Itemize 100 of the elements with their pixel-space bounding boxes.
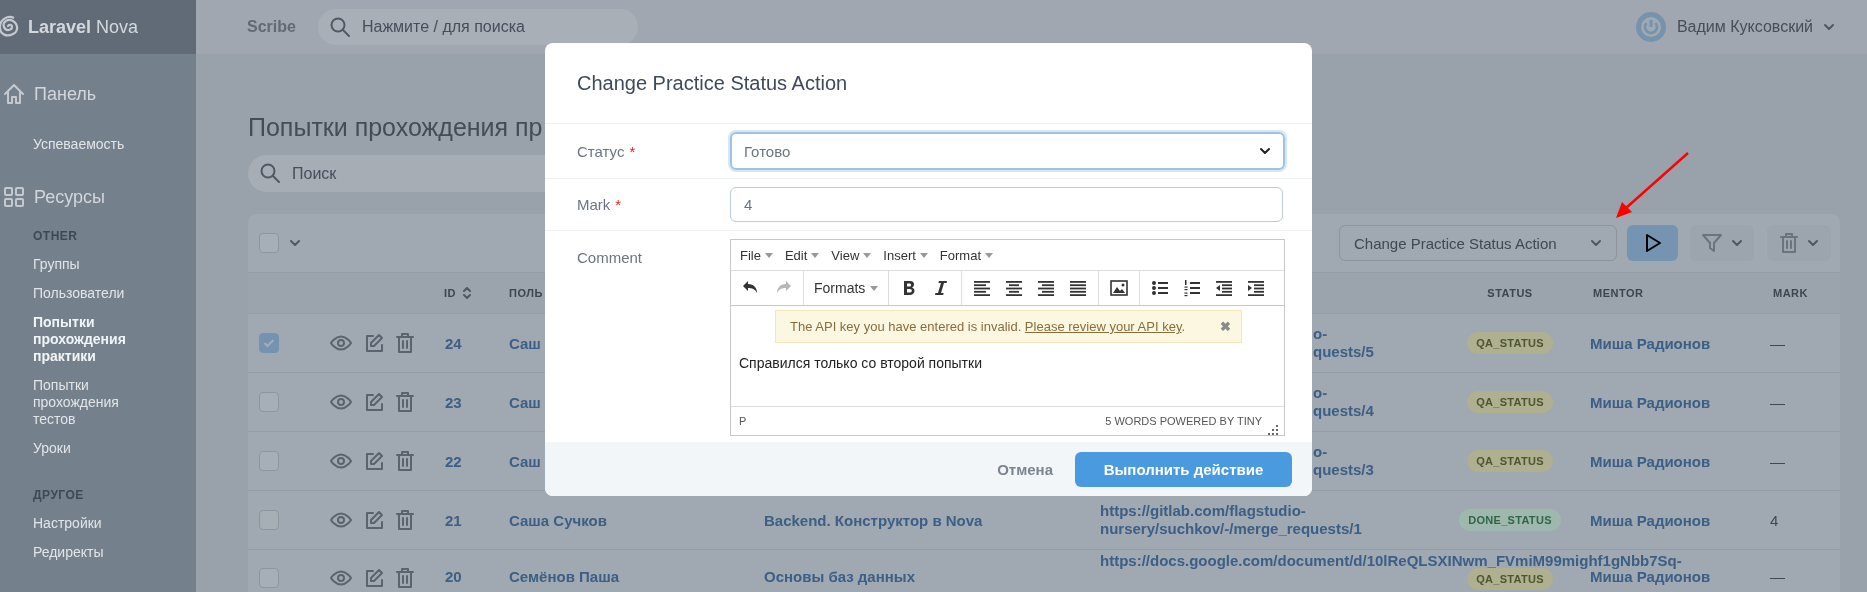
status-select[interactable]: Готово xyxy=(730,132,1285,170)
align-left-icon[interactable] xyxy=(972,278,993,298)
mentor-link[interactable]: Миша Радионов xyxy=(1590,452,1711,470)
menu-item[interactable]: Format xyxy=(939,247,993,263)
user-name[interactable]: Вадим Куксовский xyxy=(1676,18,1813,36)
nav-link[interactable]: Группы xyxy=(0,251,196,280)
edit-icon[interactable] xyxy=(364,451,384,471)
numbered-list-icon[interactable] xyxy=(1182,278,1203,298)
user-link[interactable]: Семёнов Паша xyxy=(509,568,619,585)
row-checkbox[interactable] xyxy=(259,392,279,412)
row-checkbox[interactable] xyxy=(259,568,279,588)
modal-title: Change Practice Status Action xyxy=(545,43,1312,124)
nav-section[interactable]: Ресурсы xyxy=(34,186,105,208)
course-link[interactable]: Основы баз данных xyxy=(764,568,915,585)
trash-icon[interactable] xyxy=(396,392,414,412)
column-header: MARK xyxy=(1773,287,1808,299)
id-link[interactable]: 23 xyxy=(445,393,462,411)
cancel-button[interactable]: Отмена xyxy=(997,452,1053,486)
nav-link[interactable]: Уроки xyxy=(0,435,196,464)
action-select[interactable]: Change Practice Status Action xyxy=(1339,225,1617,261)
eye-icon[interactable] xyxy=(330,394,352,410)
url-link[interactable]: o- quests/5 xyxy=(1313,325,1374,361)
caret-icon xyxy=(870,285,879,291)
mentor-link[interactable]: Миша Радионов xyxy=(1590,511,1711,529)
align-right-icon[interactable] xyxy=(1036,278,1057,298)
menu-item[interactable]: Insert xyxy=(883,247,928,263)
menu-item[interactable]: File xyxy=(740,247,773,263)
course-link[interactable]: Backend. Конструктор в Nova xyxy=(764,511,983,529)
nav-link[interactable]: Успеваемость xyxy=(0,116,196,175)
nav-link[interactable]: Редиректы xyxy=(0,539,196,568)
id-link[interactable]: 20 xyxy=(445,568,462,585)
column-header: ПОЛЬ xyxy=(509,287,543,299)
status-badge: DONE_STATUS xyxy=(1459,509,1561,531)
mentor-link[interactable]: Миша Радионов xyxy=(1590,393,1711,411)
eye-icon[interactable] xyxy=(330,512,352,528)
grid-icon xyxy=(2,186,26,208)
bullet-list-icon[interactable] xyxy=(1150,278,1171,298)
menu-item[interactable]: View xyxy=(831,247,872,263)
editor-text: Справился только со второй попытки xyxy=(739,355,983,371)
filter-button[interactable] xyxy=(1690,225,1754,261)
select-all-checkbox[interactable] xyxy=(259,233,279,253)
user-link[interactable]: Саша Сучков xyxy=(509,511,607,529)
caret-icon xyxy=(919,252,928,258)
nav-section[interactable]: Панель xyxy=(34,83,97,105)
trash-icon[interactable] xyxy=(396,568,414,588)
close-icon[interactable]: ✖ xyxy=(1220,319,1231,334)
nav-link[interactable]: Попытки прохождения практики xyxy=(0,309,196,372)
user-link[interactable]: Саш xyxy=(509,393,541,411)
url-link[interactable]: https://gitlab.com/flagstudio- nursery/suchkov/-/merge_requests/1 xyxy=(1100,502,1362,538)
edit-icon[interactable] xyxy=(364,568,384,588)
indent-icon[interactable] xyxy=(1246,278,1267,298)
id-link[interactable]: 22 xyxy=(445,452,462,470)
warning-text: The API key you have entered is invalid. Please review your API key. xyxy=(790,319,1186,334)
mentor-link[interactable]: Миша Радионов xyxy=(1590,334,1711,352)
run-action-button[interactable] xyxy=(1627,225,1678,261)
formats-dropdown[interactable]: Formats xyxy=(814,280,879,296)
nav-link[interactable]: Пользователи xyxy=(0,280,196,309)
app-name: Scribe xyxy=(247,18,296,36)
url-link[interactable]: o- quests/3 xyxy=(1313,443,1374,479)
image-icon[interactable] xyxy=(1109,278,1130,298)
eye-icon[interactable] xyxy=(330,335,352,351)
align-center-icon[interactable] xyxy=(1004,278,1025,298)
element-path: P xyxy=(739,415,747,427)
status-badge: QA_STATUS xyxy=(1467,450,1553,472)
url-link[interactable]: o- quests/4 xyxy=(1313,384,1374,420)
edit-icon[interactable] xyxy=(364,392,384,412)
nav-link[interactable]: Попытки прохождения тестов xyxy=(0,372,196,435)
delete-menu-button[interactable] xyxy=(1767,225,1831,261)
trash-icon[interactable] xyxy=(396,451,414,471)
edit-icon[interactable] xyxy=(364,333,384,353)
search-icon xyxy=(260,163,280,183)
nav-link[interactable]: Настройки xyxy=(0,510,196,539)
trash-icon[interactable] xyxy=(396,333,414,353)
url-link[interactable]: https://docs.google.com/document/d/10lReQLSXINwm_FVmiM99mighf1gNbb7Sq- xyxy=(1100,552,1682,570)
row-checkbox[interactable] xyxy=(259,510,279,530)
search-icon xyxy=(329,17,350,37)
submit-button[interactable]: Выполнить действие xyxy=(1075,451,1292,487)
eye-icon[interactable] xyxy=(330,453,352,469)
page-title: Попытки прохождения пр xyxy=(248,113,544,143)
id-link[interactable]: 24 xyxy=(445,334,462,352)
check-icon xyxy=(263,338,275,348)
brand-name: Laravel Nova xyxy=(28,16,139,38)
mentor-link[interactable]: Миша Радионов xyxy=(1590,568,1711,585)
justify-icon[interactable] xyxy=(1068,278,1089,298)
edit-icon[interactable] xyxy=(364,510,384,530)
caret-icon xyxy=(764,252,773,258)
trash-icon[interactable] xyxy=(396,510,414,530)
user-link[interactable]: Саш xyxy=(509,452,541,470)
eye-icon[interactable] xyxy=(330,570,352,586)
menu-item[interactable]: Edit xyxy=(784,247,820,263)
caret-icon xyxy=(1259,147,1271,155)
id-link[interactable]: 21 xyxy=(445,511,462,529)
column-header[interactable]: ID xyxy=(444,287,456,299)
status-badge: QA_STATUS xyxy=(1467,568,1553,590)
row-checkbox[interactable] xyxy=(259,451,279,471)
mark-input[interactable]: 4 xyxy=(730,187,1283,222)
user-link[interactable]: Саш xyxy=(509,334,541,352)
global-search-field[interactable]: Нажмите / для поиска xyxy=(317,9,638,45)
outdent-icon[interactable] xyxy=(1214,278,1235,298)
row-checkbox[interactable] xyxy=(259,333,279,353)
